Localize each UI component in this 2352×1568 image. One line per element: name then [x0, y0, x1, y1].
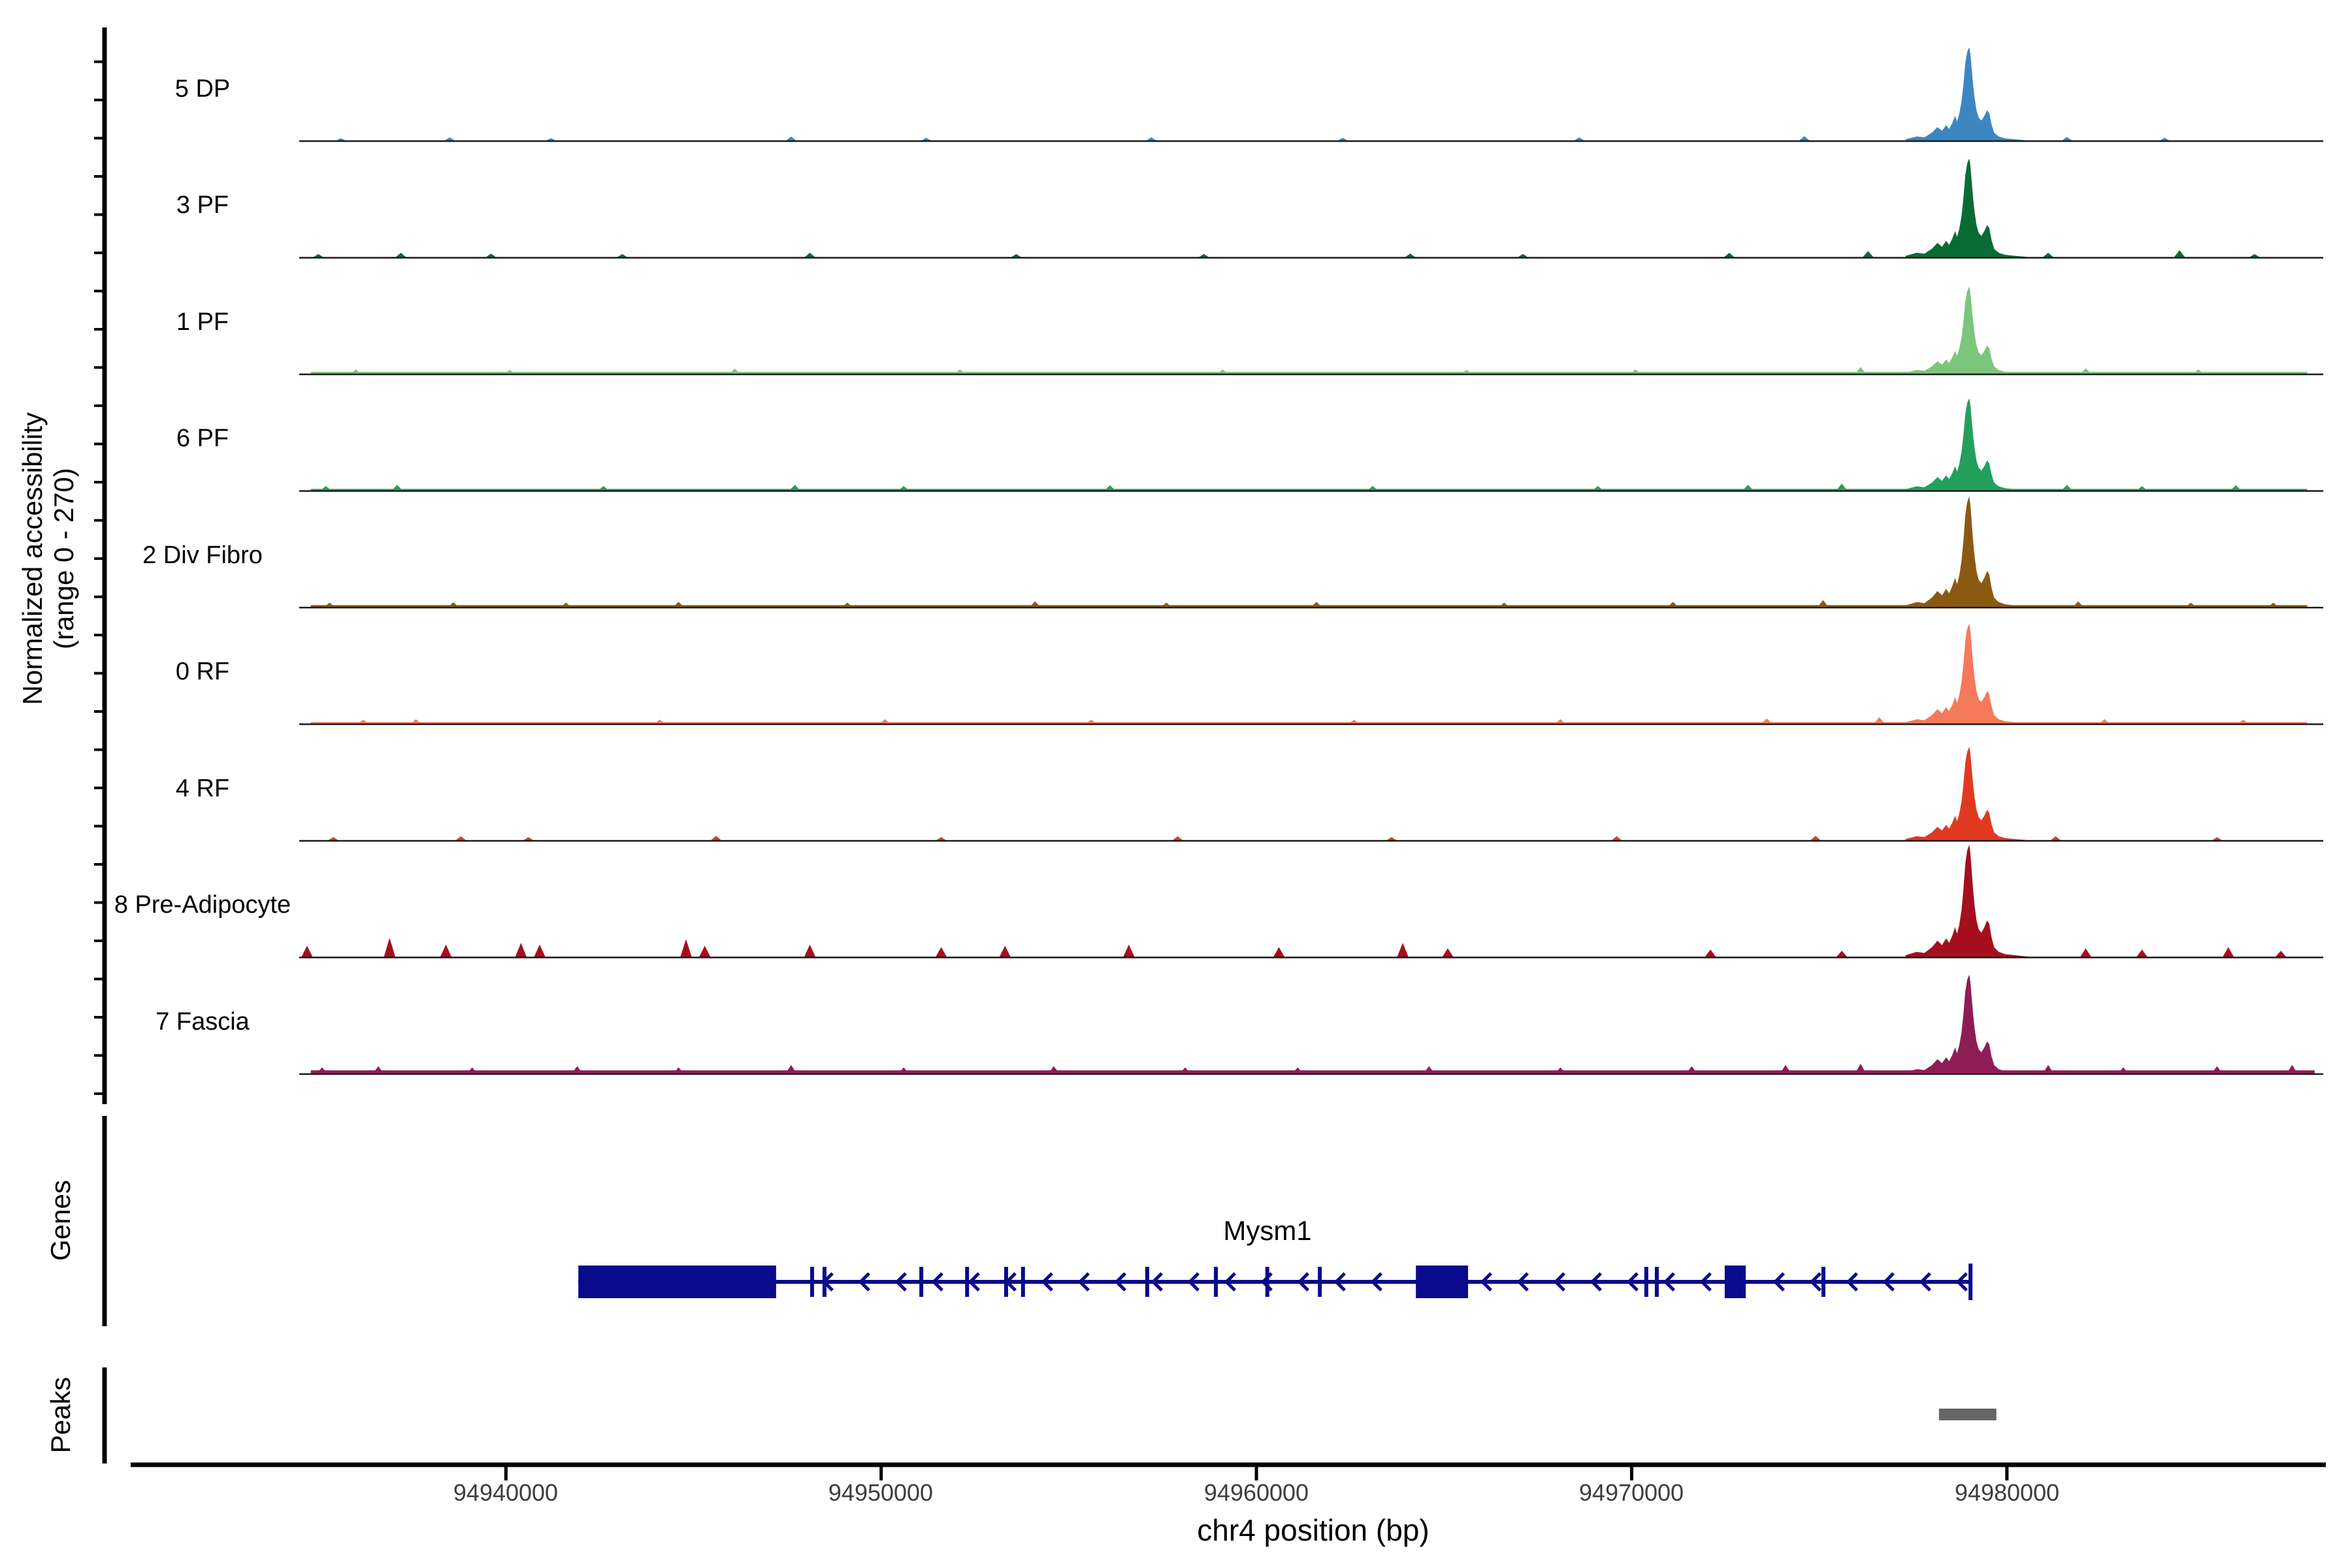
coverage-track-0-rf: [299, 623, 2323, 725]
x-tick-label-94950000: 94950000: [828, 1479, 934, 1506]
track-label-2-div-fibro: 2 Div Fibro: [142, 542, 263, 569]
track-label-1-pf: 1 PF: [176, 308, 229, 336]
track-label-3-pf: 3 PF: [176, 191, 229, 219]
track-label-0-rf: 0 RF: [175, 658, 230, 685]
coverage-track-8-pre-adipocyte: [299, 845, 2323, 958]
coverage-track-2-div-fibro: [299, 497, 2323, 609]
coverage-track-6-pf: [299, 399, 2323, 492]
track-label-8-pre-adipocyte: 8 Pre-Adipocyte: [114, 891, 291, 919]
track-label-7-fascia: 7 Fascia: [155, 1008, 250, 1036]
coverage-track-1-pf: [299, 287, 2323, 376]
track-label-6-pf: 6 PF: [176, 425, 229, 452]
genome-coverage-figure: Normalized accessibility (range 0 - 270)…: [0, 0, 2352, 1568]
x-tick-label-94980000: 94980000: [1954, 1479, 2060, 1506]
track-label-5-dp: 5 DP: [174, 75, 231, 103]
coverage-track-7-fascia: [299, 975, 2323, 1075]
x-tick-label-94960000: 94960000: [1203, 1479, 1309, 1506]
x-axis-title: chr4 position (bp): [1197, 1513, 1429, 1547]
gene-model: [578, 1264, 1973, 1300]
coverage-track-3-pf: [299, 158, 2323, 259]
peaks-track: [1938, 1409, 1997, 1420]
gene-name-label: Mysm1: [1223, 1215, 1312, 1246]
coverage-track-5-dp: [299, 47, 2323, 142]
x-tick-label-94940000: 94940000: [453, 1479, 559, 1506]
peaks-section-label: Peaks: [45, 1377, 76, 1454]
coverage-track-4-rf: [299, 747, 2323, 842]
track-label-4-rf: 4 RF: [175, 775, 230, 802]
x-tick-label-94970000: 94970000: [1578, 1479, 1684, 1506]
